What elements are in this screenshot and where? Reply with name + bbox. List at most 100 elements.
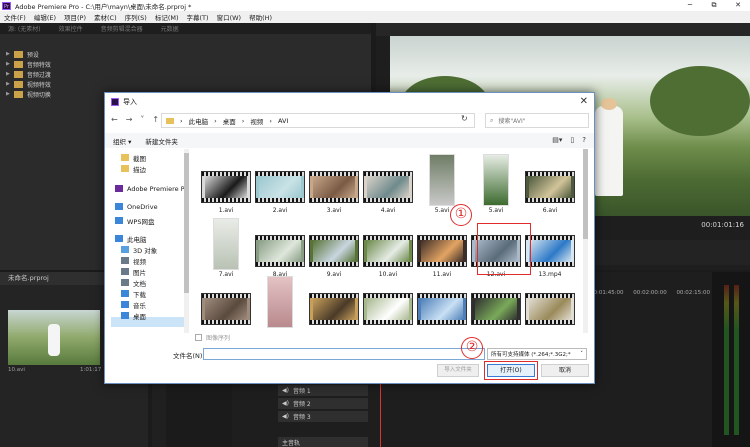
file-thumbnail[interactable] [525, 171, 575, 203]
tab-effect-controls[interactable]: 效果控件 [59, 24, 83, 33]
file-thumbnail[interactable] [471, 293, 521, 325]
nav-item[interactable]: OneDrive [115, 201, 158, 212]
file-thumbnail[interactable] [213, 218, 239, 270]
help-icon[interactable]: ? [582, 136, 586, 144]
open-button[interactable]: 打开(O) [487, 364, 535, 377]
effects-item[interactable]: ▶ 音频特效 [6, 59, 51, 69]
nav-item[interactable]: 图片 [121, 266, 146, 277]
back-icon[interactable]: ← [111, 115, 118, 124]
menu-project[interactable]: 项目(P) [64, 12, 86, 22]
nav-item[interactable]: 文档 [121, 277, 146, 288]
organize-button[interactable]: 组织 ▾ [113, 136, 131, 146]
nav-item-label: 文档 [133, 279, 146, 288]
file-thumbnail[interactable] [309, 293, 359, 325]
close-icon[interactable]: ✕ [580, 96, 588, 107]
breadcrumb-item[interactable]: 桌面 [223, 116, 236, 126]
effects-item[interactable]: ▶ 音频过渡 [6, 69, 51, 79]
file-thumbnail[interactable] [309, 171, 359, 203]
breadcrumb-item[interactable]: AVI [278, 117, 288, 125]
dialog-title: 导入 [123, 98, 137, 106]
film-strip [418, 320, 466, 324]
nav-item[interactable]: 3D 对象 [121, 244, 157, 255]
file-thumbnail[interactable] [267, 276, 293, 328]
file-thumbnail[interactable] [201, 171, 251, 203]
nav-item-label: 下载 [133, 290, 146, 299]
nav-item-label: 3D 对象 [133, 246, 158, 255]
file-thumbnail[interactable] [429, 154, 455, 206]
file-thumbnail[interactable] [525, 293, 575, 325]
music-icon [121, 301, 129, 308]
tab-metadata[interactable]: 元数据 [161, 24, 179, 33]
up-icon[interactable]: ↑ [152, 115, 159, 124]
chevron-down-icon[interactable]: ˅ [140, 115, 144, 124]
nav-item[interactable]: 视频 [121, 255, 146, 266]
refresh-icon[interactable]: ↻ [461, 114, 468, 123]
audio-track[interactable]: ◀) 音频 3 [278, 411, 368, 422]
file-thumbnail[interactable] [525, 235, 575, 267]
restore-button[interactable]: ⧉ [702, 0, 726, 11]
file-scrollbar-thumb[interactable] [583, 149, 588, 239]
checkbox-box[interactable] [195, 334, 202, 341]
new-folder-button[interactable]: 新建文件夹 [145, 136, 178, 146]
nav-item[interactable]: 下载 [121, 288, 146, 299]
expand-icon: ▶ [6, 51, 10, 57]
effects-item[interactable]: ▶ 视频切换 [6, 89, 51, 99]
menu-marker[interactable]: 标记(M) [155, 12, 179, 22]
menu-sequence[interactable]: 序列(S) [125, 12, 147, 22]
nav-item[interactable]: 截图 [121, 152, 146, 163]
filetype-select[interactable]: 所有可支持媒体 (*.264;*.3G2;* ˅ [487, 348, 587, 360]
thumbnail-image [367, 298, 409, 320]
tab-audio-mixer[interactable]: 音频剪辑混合器 [101, 24, 143, 33]
address-bar[interactable]: › 此电脑 › 桌面 › 视频 › AVI [161, 113, 475, 128]
breadcrumb-item[interactable]: 此电脑 [189, 116, 209, 126]
file-thumbnail[interactable] [483, 154, 509, 206]
menu-edit[interactable]: 编辑(E) [34, 12, 56, 22]
file-thumbnail[interactable] [201, 293, 251, 325]
nav-item[interactable]: 描边 [121, 163, 146, 174]
nav-item[interactable]: Adobe Premiere P [115, 183, 185, 194]
file-thumbnail[interactable] [309, 235, 359, 267]
menu-help[interactable]: 帮助(H) [249, 12, 272, 22]
project-clip-thumbnail[interactable] [8, 310, 100, 365]
import-folder-button[interactable]: 导入文件夹 [437, 364, 479, 377]
file-thumbnail[interactable] [363, 171, 413, 203]
audio-track[interactable]: ◀) 音频 2 [278, 398, 368, 409]
thumbnail-image [421, 298, 463, 320]
file-thumbnail[interactable] [417, 293, 467, 325]
menu-file[interactable]: 文件(F) [4, 12, 26, 22]
effects-item[interactable]: ▶ 预设 [6, 49, 39, 59]
image-sequence-checkbox[interactable]: 图像序列 [195, 333, 230, 342]
speaker-icon: ◀) [282, 413, 289, 420]
file-thumbnail[interactable] [255, 171, 305, 203]
film-strip [526, 236, 574, 240]
file-thumbnail[interactable] [363, 293, 413, 325]
breadcrumb-item[interactable]: 视频 [250, 116, 263, 126]
filename-input[interactable] [203, 348, 485, 360]
nav-item[interactable]: 桌面 [121, 310, 146, 321]
film-strip [364, 262, 412, 266]
search-input[interactable]: ⌕ 搜索"AVI" [485, 113, 589, 128]
master-track[interactable]: 主音轨 [278, 437, 368, 447]
file-thumbnail[interactable] [255, 235, 305, 267]
menu-window[interactable]: 窗口(W) [217, 12, 242, 22]
preview-pane-icon[interactable]: ▯ [570, 136, 574, 144]
minimize-button[interactable]: ─ [678, 0, 702, 11]
nav-scrollbar-thumb[interactable] [184, 153, 189, 293]
view-mode-icon[interactable]: ▤▾ [552, 136, 562, 144]
cancel-button[interactable]: 取消 [541, 364, 589, 377]
nav-item[interactable]: WPS网盘 [115, 215, 154, 226]
import-dialog: 导入 ✕ ← → ˅ ↑ › 此电脑 › 桌面 › 视频 › AVI ↻ ⌕ 搜… [104, 92, 595, 384]
menu-clip[interactable]: 素材(C) [94, 12, 117, 22]
file-thumbnail[interactable] [363, 235, 413, 267]
tab-source[interactable]: 源: (无素材) [8, 24, 41, 33]
dialog-toolbar: 组织 ▾ 新建文件夹 [105, 133, 594, 148]
effects-item[interactable]: ▶ 视频特效 [6, 79, 51, 89]
nav-item[interactable]: 此电脑 [115, 233, 147, 244]
nav-item[interactable]: 音乐 [121, 299, 146, 310]
program-monitor-header [376, 23, 750, 36]
menu-title[interactable]: 字幕(T) [187, 12, 209, 22]
audio-track[interactable]: ◀) 音频 1 [278, 385, 368, 396]
close-button[interactable]: ✕ [726, 0, 750, 11]
forward-icon[interactable]: → [126, 115, 133, 124]
file-thumbnail[interactable] [417, 235, 467, 267]
